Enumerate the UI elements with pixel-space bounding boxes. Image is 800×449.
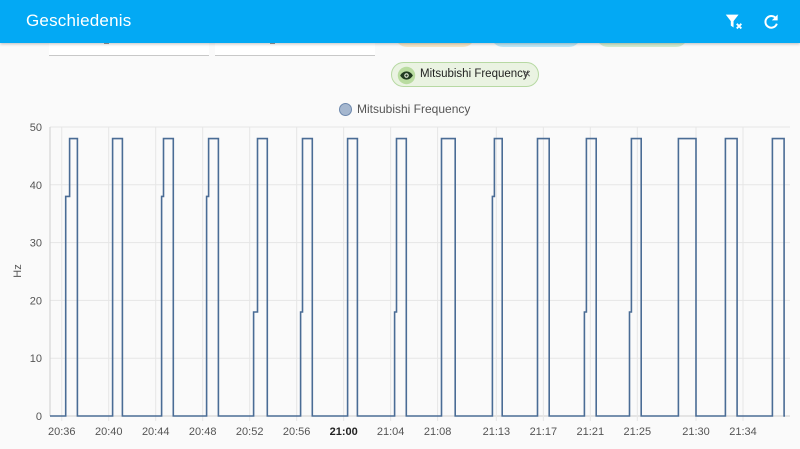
x-axis: 20:36 20:40 20:44 20:48 20:52 20:56 21:00 21:04… bbox=[48, 426, 757, 438]
y-tick-label: 10 bbox=[30, 353, 42, 365]
y-axis: 0 10 20 30 40 50 bbox=[30, 122, 42, 423]
x-tick-label: 20:40 bbox=[95, 426, 123, 438]
y-tick-label: 30 bbox=[30, 238, 42, 250]
y-tick-label: 20 bbox=[30, 295, 42, 307]
refresh-button[interactable] bbox=[757, 8, 785, 36]
x-tick-label: 21:00 bbox=[330, 426, 358, 438]
x-tick-label: 21:30 bbox=[682, 426, 710, 438]
filter-remove-icon bbox=[725, 14, 742, 30]
history-chart[interactable]: 01020304050 20:36 20:40 20:44 20:48 20:52 20:… bbox=[0, 43, 800, 449]
x-tick-label: 21:04 bbox=[377, 426, 405, 438]
x-tick-label: 21:08 bbox=[424, 426, 452, 438]
history-content: Mitsubishi Frequency × Mitsubishi Freque… bbox=[0, 35, 800, 449]
page-title: Geschiedenis bbox=[26, 11, 132, 30]
y-tick-label: 40 bbox=[30, 180, 42, 192]
y-tick-label: 50 bbox=[30, 122, 42, 134]
x-tick-label: 20:44 bbox=[142, 426, 170, 438]
x-tick-label: 21:34 bbox=[729, 426, 757, 438]
x-tick-label: 21:25 bbox=[624, 426, 652, 438]
x-tick-label: 20:48 bbox=[189, 426, 217, 438]
y-axis-label: Hz bbox=[12, 264, 24, 277]
x-tick-label: 21:13 bbox=[483, 426, 511, 438]
x-tick-label: 20:52 bbox=[236, 426, 264, 438]
refresh-icon bbox=[764, 14, 778, 29]
y-tick-label: 0 bbox=[36, 411, 42, 423]
x-tick-label: 20:36 bbox=[48, 426, 76, 438]
x-tick-label: 21:17 bbox=[530, 426, 558, 438]
chart-series bbox=[50, 137, 785, 417]
series-line bbox=[50, 137, 785, 417]
x-tick-label: 21:21 bbox=[577, 426, 605, 438]
app-header: Geschiedenis bbox=[0, 0, 800, 43]
x-tick-label: 20:56 bbox=[283, 426, 311, 438]
clear-filter-button[interactable] bbox=[720, 8, 748, 36]
